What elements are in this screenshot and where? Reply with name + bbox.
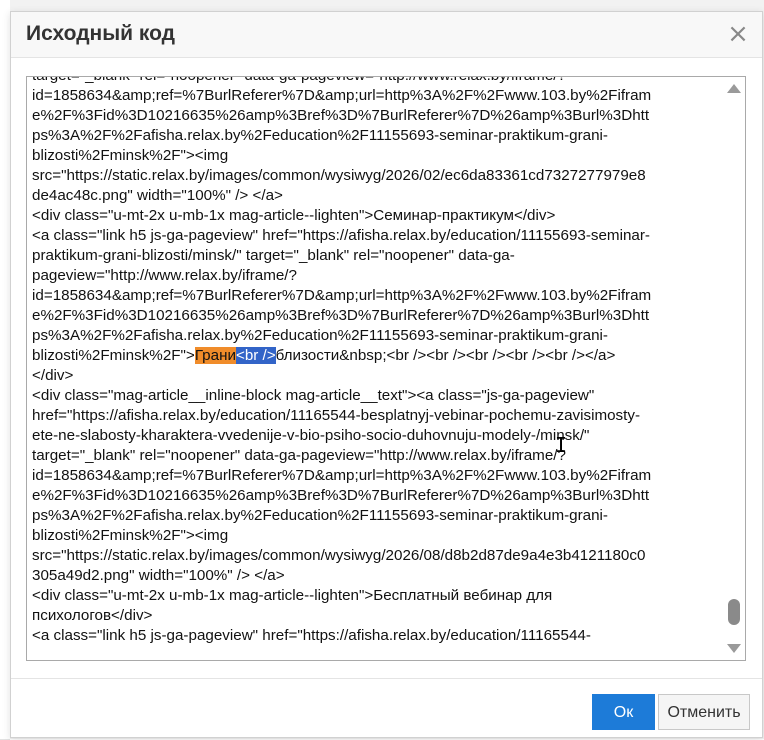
code-line: id=1858634&amp;ref=%7BurlReferer%7D&amp;… xyxy=(32,287,652,304)
footer-divider xyxy=(11,678,762,679)
code-line: <a class="link h5 js-ga-pageview" href="… xyxy=(32,227,650,244)
cancel-button[interactable]: Отменить xyxy=(658,694,750,730)
code-line: e%2F%3Fid%3D10216635%26amp%3Bref%3D%7Bur… xyxy=(32,307,650,324)
code-line: ps%3A%2F%2Fafisha.relax.by%2Feducation%2… xyxy=(32,507,608,524)
code-line: blizosti%2Fminsk%2F"><img xyxy=(32,147,229,164)
close-icon[interactable]: × xyxy=(726,21,750,47)
background-strip xyxy=(0,252,10,343)
code-line: психологов</div> xyxy=(32,607,153,624)
code-line: target="_blank" rel="noopener" data-ga-p… xyxy=(32,447,566,464)
vertical-scrollbar[interactable] xyxy=(724,78,744,659)
code-line-prefix: blizosti%2Fminsk%2F"> xyxy=(32,347,195,364)
code-line: id=1858634&amp;ref=%7BurlReferer%7D&amp;… xyxy=(32,87,652,104)
background-strip xyxy=(0,0,10,53)
selection-highlight: <br /> xyxy=(235,347,276,364)
code-line: ete-ne-slabosty-kharaktera-vvedenije-v-b… xyxy=(32,427,590,444)
background-strip xyxy=(0,342,10,453)
search-match-highlight: Грани xyxy=(194,347,236,364)
code-line: ps%3A%2F%2Fafisha.relax.by%2Feducation%2… xyxy=(32,127,608,144)
ok-button[interactable]: Ок xyxy=(592,694,655,730)
scrollbar-thumb[interactable] xyxy=(728,599,740,625)
code-line: <div class="u-mt-2x u-mb-1x mag-article-… xyxy=(32,587,553,604)
background-strip xyxy=(0,52,10,113)
code-line: pageview="http://www.relax.by/iframe/? xyxy=(32,267,297,284)
code-line: de4ac48c.png" width="100%" /> </a> xyxy=(32,187,283,204)
code-line: target="_blank" rel="noopener" data-ga-p… xyxy=(32,77,720,86)
code-line-suffix: близости&nbsp;<br /><br /><br /><br /><b… xyxy=(275,347,616,364)
code-line: ps%3A%2F%2Fafisha.relax.by%2Feducation%2… xyxy=(32,327,608,344)
code-line: id=1858634&amp;ref=%7BurlReferer%7D&amp;… xyxy=(32,467,652,484)
background-strip xyxy=(0,452,10,573)
code-line: blizosti%2Fminsk%2F">Грани<br />близости… xyxy=(32,346,720,366)
code-line: blizosti%2Fminsk%2F"><img xyxy=(32,527,229,544)
code-line: e%2F%3Fid%3D10216635%26amp%3Bref%3D%7Bur… xyxy=(32,487,650,504)
code-line: </div> xyxy=(32,367,74,384)
code-line: <a class="link h5 js-ga-pageview" href="… xyxy=(32,627,591,644)
code-line: <div class="mag-article__inline-block ma… xyxy=(32,387,595,404)
source-code-dialog: Исходный код × target="_blank" rel="noop… xyxy=(10,11,763,738)
code-line: src="https://static.relax.by/images/comm… xyxy=(32,167,646,184)
source-code-textarea[interactable]: target="_blank" rel="noopener" data-ga-p… xyxy=(26,76,746,661)
code-line: praktikum-grani-blizosti/minsk/" target=… xyxy=(32,247,515,264)
code-line: src="https://static.relax.by/images/comm… xyxy=(32,547,646,564)
dialog-title-bar: Исходный код × xyxy=(11,12,762,58)
code-line: e%2F%3Fid%3D10216635%26amp%3Bref%3D%7Bur… xyxy=(32,107,650,124)
code-line: <div class="u-mt-2x u-mb-1x mag-article-… xyxy=(32,207,556,224)
scroll-down-arrow-icon[interactable] xyxy=(727,644,741,653)
code-line: href="https://afisha.relax.by/education/… xyxy=(32,407,641,424)
background-strip xyxy=(0,572,10,740)
scroll-up-arrow-icon[interactable] xyxy=(727,84,741,93)
text-cursor-icon: I xyxy=(555,433,568,457)
background-strip xyxy=(0,172,10,253)
code-line: 305a49d2.png" width="100%" /> </a> xyxy=(32,567,285,584)
source-code-content[interactable]: target="_blank" rel="noopener" data-ga-p… xyxy=(32,77,720,646)
dialog-title: Исходный код xyxy=(26,22,176,45)
background-strip xyxy=(0,112,10,173)
